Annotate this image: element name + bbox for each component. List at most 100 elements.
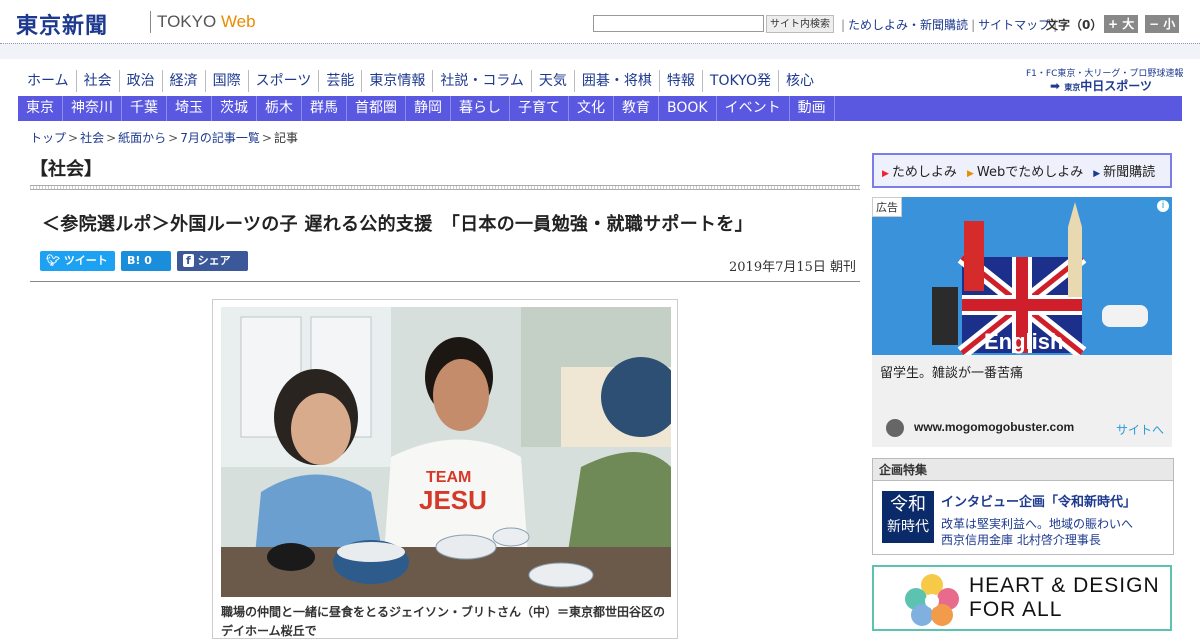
article-photo[interactable]: TEAM JESU xyxy=(221,307,671,597)
flower-logo-icon xyxy=(905,574,959,626)
triangle-right-icon: ▶ xyxy=(1093,169,1101,179)
nav-international[interactable]: 国際 xyxy=(206,70,249,92)
feature-sub1[interactable]: 改革は堅実利益へ。地域の賑わいへ xyxy=(941,515,1133,532)
svg-text:TEAM: TEAM xyxy=(426,469,471,486)
facebook-icon: f xyxy=(183,254,194,267)
triangle-right-icon: ▶ xyxy=(966,169,974,179)
logo-web-text: Web xyxy=(220,12,256,31)
region-saitama[interactable]: 埼玉 xyxy=(167,96,212,121)
nav-kakushin[interactable]: 核心 xyxy=(779,70,821,92)
section-rule xyxy=(30,185,860,190)
region-event[interactable]: イベント xyxy=(717,96,790,121)
region-tochigi[interactable]: 栃木 xyxy=(257,96,302,121)
chunichi-logo-small: 東京 xyxy=(1064,83,1081,92)
reiwa-badge-top: 令和 xyxy=(890,494,926,515)
reiwa-badge[interactable]: 令和 新時代 xyxy=(882,491,934,543)
nav-society[interactable]: 社会 xyxy=(77,70,120,92)
hatena-bookmark-button[interactable]: B! 0 xyxy=(121,251,171,271)
breadcrumb-july-list[interactable]: 7月の記事一覧 xyxy=(180,131,260,145)
region-video[interactable]: 動画 xyxy=(790,96,835,121)
breadcrumb-current: 記事 xyxy=(273,131,298,145)
font-bigger-button[interactable]: + 大 xyxy=(1104,15,1139,33)
hd-line1: HEART & DESIGN xyxy=(969,574,1160,597)
nav-home[interactable]: ホーム xyxy=(20,70,77,92)
region-tokyo[interactable]: 東京 xyxy=(18,96,63,121)
sidebar-trial-label: ためしよみ xyxy=(891,165,957,180)
breadcrumb: トップ > 社会 > 紙面から >7月の記事一覧 > 記事 xyxy=(30,131,298,145)
photo-illustration: TEAM JESU xyxy=(221,307,671,597)
tweet-label: ツイート xyxy=(63,254,108,267)
site-search-button[interactable]: サイト内検索 xyxy=(766,15,834,33)
font-size-label: 文字（0） xyxy=(1046,18,1103,32)
nav-tokyo-info[interactable]: 東京情報 xyxy=(362,70,434,92)
header-divider xyxy=(0,43,1200,59)
sidebar-subscribe-link[interactable]: ▶ 新聞購読 xyxy=(1093,161,1155,180)
region-nav: 東京 神奈川 千葉 埼玉 茨城 栃木 群馬 首都圏 静岡 暮らし 子育て 文化 … xyxy=(18,96,1182,121)
sidebar-subscribe-label: 新聞購読 xyxy=(1103,165,1156,180)
breadcrumb-paper[interactable]: 紙面から xyxy=(118,131,166,145)
triangle-right-icon: ▶ xyxy=(882,169,889,179)
tweet-button[interactable]: 🐦︎ ツイート xyxy=(40,251,115,271)
region-book[interactable]: BOOK xyxy=(659,96,717,121)
font-smaller-button[interactable]: − 小 xyxy=(1145,15,1180,33)
region-kanagawa[interactable]: 神奈川 xyxy=(63,96,122,121)
region-chiba[interactable]: 千葉 xyxy=(122,96,167,121)
logo-tokyo-shimbun[interactable]: 東京新聞 xyxy=(16,8,108,40)
trial-links-box: ▶ ためしよみ ▶ Webでためしよみ ▶ 新聞購読 xyxy=(872,153,1172,188)
category-nav: ホーム 社会 政治 経済 国際 スポーツ 芸能 東京情報 社説・コラム 天気 囲… xyxy=(20,70,821,92)
globe-icon xyxy=(886,419,904,437)
feature-title-link[interactable]: インタビュー企画「令和新時代」 xyxy=(941,491,1136,510)
photo-caption: 職場の仲間と一緒に昼食をとるジェイソン・ブリトさん（中）＝東京都世田谷区のデイホ… xyxy=(221,605,666,638)
feature-sub2[interactable]: 西京信用金庫 北村啓介理事長 xyxy=(941,531,1101,548)
nav-tokuho[interactable]: 特報 xyxy=(660,70,703,92)
facebook-share-button[interactable]: f シェア 0 xyxy=(177,251,248,287)
region-gunma[interactable]: 群馬 xyxy=(302,96,347,121)
reiwa-badge-bottom: 新時代 xyxy=(887,519,929,535)
nav-tokyo-hatsu[interactable]: TOKYO発 xyxy=(703,70,779,92)
chunichi-arrow-icon: ➡ xyxy=(1050,79,1061,93)
breadcrumb-top[interactable]: トップ xyxy=(30,131,66,145)
ad-site-link[interactable]: サイトへ xyxy=(1116,421,1164,438)
region-living[interactable]: 暮らし xyxy=(451,96,510,121)
nav-sports[interactable]: スポーツ xyxy=(249,70,320,92)
region-culture[interactable]: 文化 xyxy=(569,96,614,121)
site-header: 東京新聞 TOKYO Web サイト内検索 | ためしよみ・新聞購読 | サイトマップ… xyxy=(0,0,1200,44)
section-title: 【社会】 xyxy=(30,159,102,180)
article-rule xyxy=(30,281,860,282)
link-sitemap[interactable]: サイトマップ xyxy=(978,18,1050,32)
article-date: 2019年7月15日 朝刊 xyxy=(729,260,857,275)
ad-close-icon[interactable]: ✕ xyxy=(1143,198,1154,213)
article-headline: ＜参院選ルポ＞外国ルーツの子 遅れる公的支援 「日本の一員勉強・就職サポートを」 xyxy=(42,214,753,235)
top-links: | ためしよみ・新聞購読 | サイトマップ | xyxy=(841,18,1058,32)
hd-title: HEART & DESIGN FOR ALL xyxy=(969,574,1160,622)
logo-tokyo-text: TOKYO xyxy=(157,12,217,31)
region-shutoken[interactable]: 首都圏 xyxy=(347,96,406,121)
feature-box: 企画特集 令和 新時代 インタビュー企画「令和新時代」 改革は堅実利益へ。地域の… xyxy=(872,458,1174,555)
sidebar-web-trial-link[interactable]: ▶ Webでためしよみ xyxy=(967,161,1083,180)
chunichi-sports-logo[interactable]: ➡ 東京中日スポーツ xyxy=(1050,77,1152,94)
logo-tokyo-web[interactable]: TOKYO Web xyxy=(157,12,256,32)
ad-label: 広告 xyxy=(872,197,902,217)
breadcrumb-society[interactable]: 社会 xyxy=(80,131,104,145)
link-trial-subscribe[interactable]: ためしよみ・新聞購読 xyxy=(848,18,968,32)
chunichi-logo-main: 中日スポーツ xyxy=(1080,79,1153,93)
search-input[interactable] xyxy=(593,15,764,32)
region-childcare[interactable]: 子育て xyxy=(510,96,569,121)
nav-editorial[interactable]: 社説・コラム xyxy=(433,70,532,92)
nav-economy[interactable]: 経済 xyxy=(163,70,206,92)
sidebar-web-trial-label: Webでためしよみ xyxy=(976,165,1084,180)
region-shizuoka[interactable]: 静岡 xyxy=(406,96,451,121)
region-ibaraki[interactable]: 茨城 xyxy=(212,96,257,121)
svg-text:JESU: JESU xyxy=(419,485,487,515)
ad-text: 留学生。雑談が一番苦痛 xyxy=(880,366,1024,381)
ad-domain: www.mogomogobuster.com xyxy=(914,420,1075,434)
nav-go-shogi[interactable]: 囲碁・将棋 xyxy=(575,70,660,92)
sidebar-trial-link[interactable]: ▶ ためしよみ xyxy=(882,161,957,180)
advertisement[interactable]: 広告 ✕ i English 留学生。雑談が一番苦痛 www.mogomogob… xyxy=(872,197,1172,447)
nav-politics[interactable]: 政治 xyxy=(120,70,163,92)
ad-info-icon[interactable]: i xyxy=(1156,199,1170,213)
region-education[interactable]: 教育 xyxy=(614,96,659,121)
nav-weather[interactable]: 天気 xyxy=(532,70,575,92)
nav-entertainment[interactable]: 芸能 xyxy=(319,70,363,92)
heart-design-banner[interactable]: HEART & DESIGN FOR ALL xyxy=(872,565,1172,631)
